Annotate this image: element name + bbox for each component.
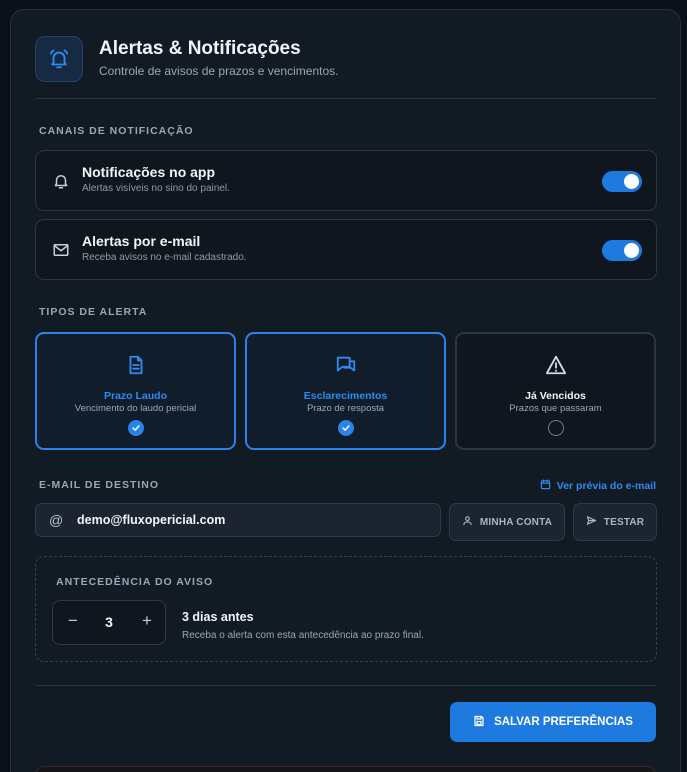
page-subtitle: Controle de avisos de prazos e venciment… [99, 64, 339, 78]
increment-button[interactable]: + [137, 611, 157, 633]
check-icon [337, 420, 354, 436]
save-icon [473, 715, 485, 730]
bell-ringing-icon [35, 36, 83, 82]
advance-title: 3 dias antes [182, 610, 254, 624]
chat-icon [335, 354, 357, 376]
page-title: Alertas & Notificações [99, 38, 301, 59]
advance-notice-section: ANTECEDÊNCIA DO AVISO − 3 + 3 dias antes… [35, 556, 657, 662]
save-preferences-button[interactable]: SALVAR PREFERÊNCIAS [450, 702, 656, 742]
section-label-channels: CANAIS DE NOTIFICAÇÃO [39, 125, 194, 137]
alert-type-ja-vencidos[interactable]: Já Vencidos Prazos que passaram [455, 332, 656, 450]
channel-title: Alertas por e-mail [82, 233, 201, 249]
unchecked-radio [547, 420, 564, 436]
alert-type-prazo-laudo[interactable]: Prazo Laudo Vencimento do laudo pericial [35, 332, 236, 450]
advance-description: Receba o alerta com esta antecedência ao… [182, 630, 424, 641]
email-value: demo@fluxopericial.com [77, 513, 226, 527]
channel-subtitle: Alertas visíveis no sino do painel. [82, 183, 230, 194]
section-label-email: E-MAIL DE DESTINO [39, 479, 160, 491]
calendar-icon [540, 479, 551, 493]
email-toggle[interactable] [602, 240, 642, 261]
my-account-button[interactable]: MINHA CONTA [449, 503, 565, 541]
notification-settings-card: Alertas & Notificações Controle de aviso… [10, 9, 681, 772]
alert-type-title: Prazo Laudo [103, 390, 167, 402]
at-icon: @ [49, 512, 64, 528]
in-app-toggle[interactable] [602, 171, 642, 192]
channel-in-app: Notificações no app Alertas visíveis no … [35, 150, 657, 211]
alert-type-title: Esclarecimentos [303, 390, 388, 402]
channel-subtitle: Receba avisos no e-mail cadastrado. [82, 252, 247, 263]
warning-icon [545, 354, 567, 376]
send-icon [586, 515, 597, 529]
alert-type-subtitle: Prazos que passaram [509, 403, 602, 414]
test-button[interactable]: TESTAR [573, 503, 657, 541]
divider [35, 685, 656, 686]
section-label-advance: ANTECEDÊNCIA DO AVISO [56, 576, 214, 588]
channel-title: Notificações no app [82, 164, 216, 180]
section-label-alert-types: TIPOS DE ALERTA [39, 306, 148, 318]
user-icon [462, 515, 473, 529]
alert-type-title: Já Vencidos [525, 390, 586, 402]
card-header: Alertas & Notificações Controle de aviso… [35, 34, 656, 99]
check-icon [127, 420, 144, 436]
days-stepper: − 3 + [52, 600, 166, 645]
my-account-label: MINHA CONTA [479, 516, 553, 528]
next-section-peek [35, 766, 656, 772]
alert-type-esclarecimentos[interactable]: Esclarecimentos Prazo de resposta [245, 332, 446, 450]
save-preferences-label: SALVAR PREFERÊNCIAS [494, 716, 633, 728]
document-icon [125, 354, 147, 376]
alert-type-subtitle: Vencimento do laudo pericial [74, 403, 197, 414]
email-field[interactable]: @ demo@fluxopericial.com [35, 503, 441, 537]
preview-email-label: Ver prévia do e-mail [556, 480, 656, 492]
preview-email-link[interactable]: Ver prévia do e-mail [540, 479, 656, 493]
channel-email: Alertas por e-mail Receba avisos no e-ma… [35, 219, 657, 280]
alert-type-subtitle: Prazo de resposta [306, 403, 385, 414]
test-label: TESTAR [603, 516, 645, 528]
bell-icon [52, 172, 70, 190]
mail-icon [52, 241, 70, 259]
